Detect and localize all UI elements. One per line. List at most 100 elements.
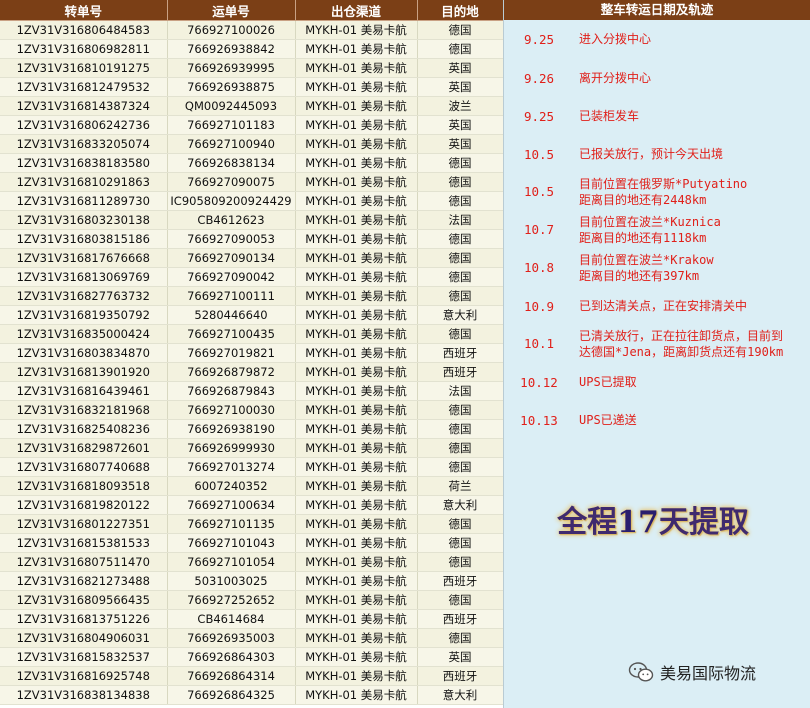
destination-cell: 德国 xyxy=(417,514,504,534)
waybill-no-cell: CB4614684 xyxy=(167,609,296,629)
channel-cell: MYKH-01 美易卡航 xyxy=(295,419,418,439)
event-date: 10.8 xyxy=(523,260,555,275)
waybill-no-cell: 766926935003 xyxy=(167,628,296,648)
summary-banner: 全程17天提取 xyxy=(503,497,803,541)
tracking-title: 整车转运日期及轨迹 xyxy=(504,0,810,20)
table-row: 1ZV31V316801227351 766927101135 MYKH-01 美易… xyxy=(0,514,504,534)
channel-cell: MYKH-01 美易卡航 xyxy=(295,343,418,363)
event-text-line: 已清关放行，正在拉往卸货点，目前到 xyxy=(579,329,784,343)
channel-cell: MYKH-01 美易卡航 xyxy=(295,191,418,211)
table-row: 1ZV31V316816439461 766926879843 MYKH-01 美易… xyxy=(0,381,504,401)
table-row: 1ZV31V316809566435 766927252652 MYKH-01 美易… xyxy=(0,590,504,610)
channel-cell: MYKH-01 美易卡航 xyxy=(295,115,418,135)
channel-cell: MYKH-01 美易卡航 xyxy=(295,362,418,382)
destination-cell: 意大利 xyxy=(417,305,504,325)
table-row: 1ZV31V316833205074 766927100940 MYKH-01 美易… xyxy=(0,134,504,154)
transfer-no-cell: 1ZV31V316811289730 xyxy=(0,191,168,211)
transfer-no-cell: 1ZV31V316810191275 xyxy=(0,58,168,78)
destination-cell: 德国 xyxy=(417,267,504,287)
channel-cell: MYKH-01 美易卡航 xyxy=(295,685,418,705)
event-text-line: 达德国*Jena，距离卸货点还有190km xyxy=(579,345,784,359)
channel-cell: MYKH-01 美易卡航 xyxy=(295,96,418,116)
waybill-no-cell: 766927013274 xyxy=(167,457,296,477)
event-text-line: 距离目的地还有1118km xyxy=(579,231,707,245)
destination-cell: 德国 xyxy=(417,552,504,572)
transfer-no-cell: 1ZV31V316807740688 xyxy=(0,457,168,477)
transfer-no-cell: 1ZV31V316827763732 xyxy=(0,286,168,306)
destination-cell: 英国 xyxy=(417,58,504,78)
destination-cell: 西班牙 xyxy=(417,362,504,382)
destination-cell: 德国 xyxy=(417,286,504,306)
table-row: 1ZV31V316813901920 766926879872 MYKH-01 美易… xyxy=(0,362,504,382)
channel-cell: MYKH-01 美易卡航 xyxy=(295,457,418,477)
transfer-no-cell: 1ZV31V316803834870 xyxy=(0,343,168,363)
destination-cell: 德国 xyxy=(417,438,504,458)
table-row: 1ZV31V316803230138 CB4612623 MYKH-01 美易卡航法… xyxy=(0,210,504,230)
destination-cell: 荷兰 xyxy=(417,476,504,496)
transfer-no-cell: 1ZV31V316812479532 xyxy=(0,77,168,97)
destination-cell: 意大利 xyxy=(417,685,504,705)
destination-cell: 德国 xyxy=(417,324,504,344)
channel-cell: MYKH-01 美易卡航 xyxy=(295,381,418,401)
waybill-no-cell: 766927019821 xyxy=(167,343,296,363)
channel-cell: MYKH-01 美易卡航 xyxy=(295,20,418,40)
channel-cell: MYKH-01 美易卡航 xyxy=(295,134,418,154)
destination-cell: 德国 xyxy=(417,191,504,211)
wechat-icon xyxy=(628,661,654,683)
table-row: 1ZV31V316811289730 IC905809200924429 MYKH-… xyxy=(0,191,504,211)
shipment-table: 转单号 运单号 出仓渠道 目的地 1ZV31V316806484583 76692… xyxy=(0,0,504,705)
event-date: 9.26 xyxy=(523,71,555,86)
table-row: 1ZV31V316838134838 766926864325 MYKH-01 美易… xyxy=(0,685,504,705)
brand-name: 美易国际物流 xyxy=(660,664,757,683)
destination-cell: 英国 xyxy=(417,77,504,97)
table-row: 1ZV31V316807511470 766927101054 MYKH-01 美易… xyxy=(0,552,504,572)
table-row: 1ZV31V316821273488 5031003025 MYKH-01 美易卡航… xyxy=(0,571,504,591)
header-channel: 出仓渠道 xyxy=(295,0,418,21)
event-text: 目前位置在俄罗斯*Putyatino 距离目的地还有2448km xyxy=(579,176,807,208)
transfer-no-cell: 1ZV31V316806982811 xyxy=(0,39,168,59)
transfer-no-cell: 1ZV31V316819820122 xyxy=(0,495,168,515)
destination-cell: 西班牙 xyxy=(417,666,504,686)
table-row: 1ZV31V316803815186 766927090053 MYKH-01 美易… xyxy=(0,229,504,249)
event-date: 10.1 xyxy=(523,336,555,351)
destination-cell: 德国 xyxy=(417,457,504,477)
waybill-no-cell: 5280446640 xyxy=(167,305,296,325)
transfer-no-cell: 1ZV31V316815832537 xyxy=(0,647,168,667)
waybill-no-cell: 766927090134 xyxy=(167,248,296,268)
transfer-no-cell: 1ZV31V316815381533 xyxy=(0,533,168,553)
channel-cell: MYKH-01 美易卡航 xyxy=(295,248,418,268)
channel-cell: MYKH-01 美易卡航 xyxy=(295,476,418,496)
destination-cell: 英国 xyxy=(417,134,504,154)
event-text-line: 已到达清关点，正在安排清关中 xyxy=(579,299,748,313)
brand-watermark: 美易国际物流 xyxy=(628,659,756,685)
waybill-no-cell: 766926938190 xyxy=(167,419,296,439)
waybill-no-cell: QM0092445093 xyxy=(167,96,296,116)
channel-cell: MYKH-01 美易卡航 xyxy=(295,590,418,610)
waybill-no-cell: CB4612623 xyxy=(167,210,296,230)
event-date: 10.9 xyxy=(523,299,555,314)
channel-cell: MYKH-01 美易卡航 xyxy=(295,647,418,667)
waybill-no-cell: 766926939995 xyxy=(167,58,296,78)
header-destination: 目的地 xyxy=(417,0,504,21)
table-row: 1ZV31V316804906031 766926935003 MYKH-01 美易… xyxy=(0,628,504,648)
summary-suffix: 天提取 xyxy=(658,505,749,540)
event-text-line: 距离目的地还有2448km xyxy=(579,193,707,207)
event-text: UPS已递送 xyxy=(579,412,807,428)
channel-cell: MYKH-01 美易卡航 xyxy=(295,666,418,686)
event-text: UPS已提取 xyxy=(579,374,807,390)
destination-cell: 德国 xyxy=(417,39,504,59)
transfer-no-cell: 1ZV31V316813069769 xyxy=(0,267,168,287)
transfer-no-cell: 1ZV31V316803815186 xyxy=(0,229,168,249)
event-text-line: UPS已提取 xyxy=(579,375,637,389)
event-date: 9.25 xyxy=(523,109,555,124)
waybill-no-cell: 766926879872 xyxy=(167,362,296,382)
channel-cell: MYKH-01 美易卡航 xyxy=(295,533,418,553)
destination-cell: 西班牙 xyxy=(417,609,504,629)
event-date: 10.5 xyxy=(523,184,555,199)
destination-cell: 法国 xyxy=(417,210,504,230)
event-text-line: 离开分拨中心 xyxy=(579,71,652,85)
event-text: 已到达清关点，正在安排清关中 xyxy=(579,298,807,314)
waybill-no-cell: 766927100030 xyxy=(167,400,296,420)
waybill-no-cell: 766927090042 xyxy=(167,267,296,287)
channel-cell: MYKH-01 美易卡航 xyxy=(295,514,418,534)
